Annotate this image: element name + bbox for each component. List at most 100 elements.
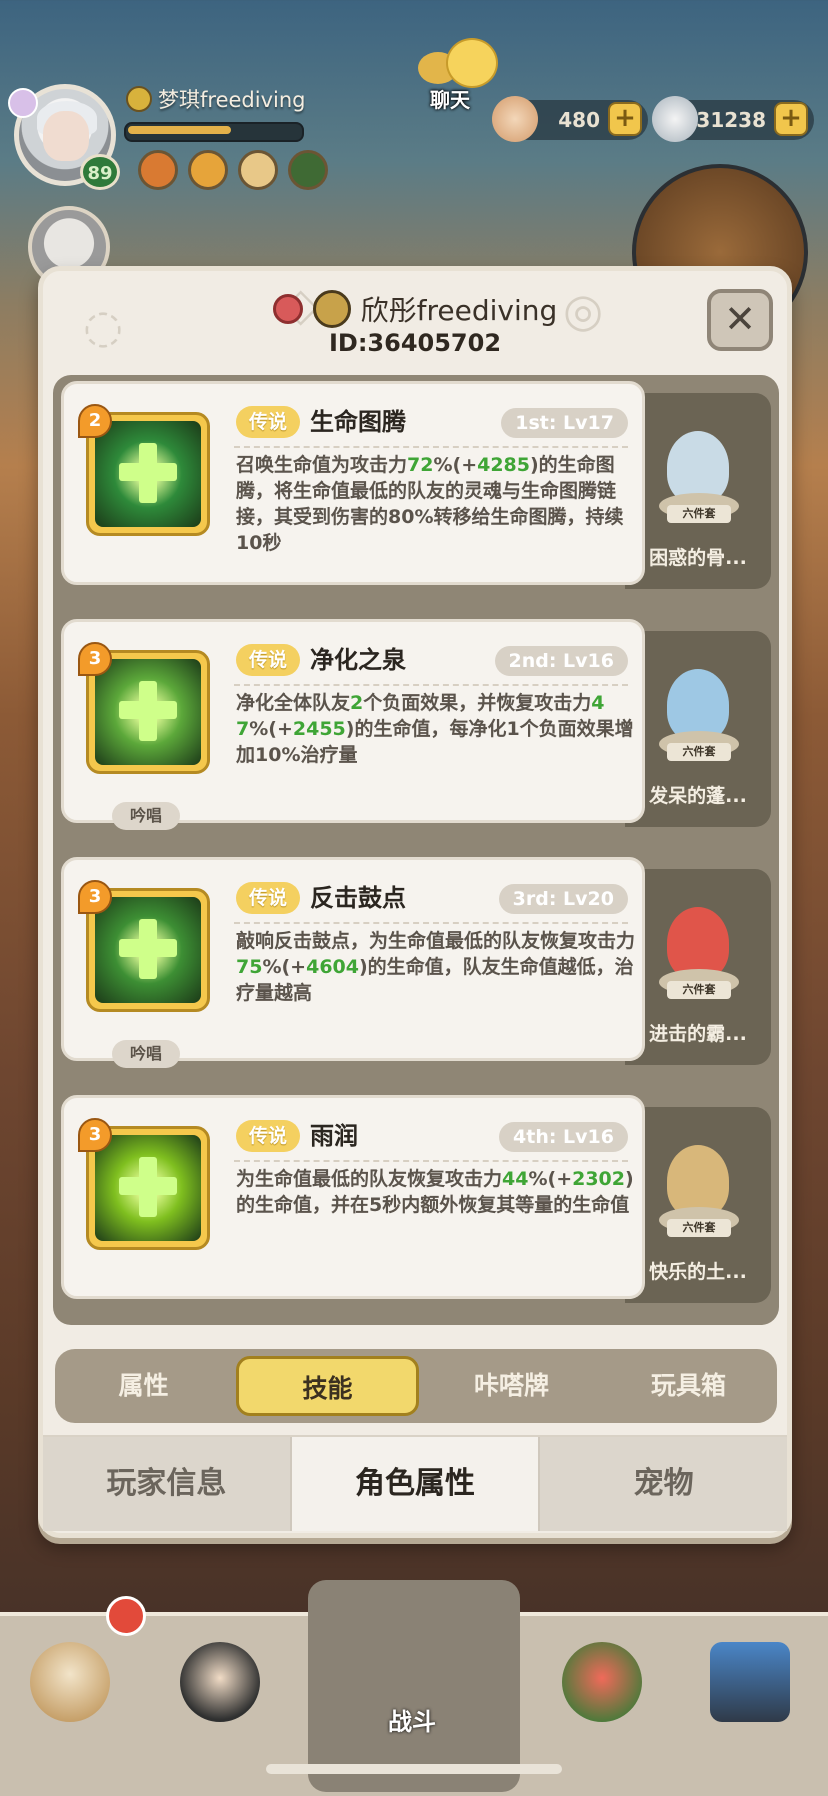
skill-rank-badge: 3 [78, 880, 112, 914]
exp-bar-fill [128, 126, 232, 134]
skill-name: 雨润 [310, 1122, 358, 1150]
nav-character-4[interactable] [700, 1632, 800, 1742]
pet-name: 进击的霸... [649, 1023, 747, 1045]
dialog-title: 欣彤freediving [43, 289, 787, 329]
skill-description: 为生命值最低的队友恢复攻击力44%(+2302)的生命值，并在5秒内额外恢复其等… [236, 1166, 636, 1218]
tab-character-attributes[interactable]: 角色属性 [291, 1437, 541, 1531]
set-tag: 六件套 [667, 505, 731, 523]
add-shell-button[interactable]: + [608, 102, 642, 136]
skill-name: 生命图腾 [310, 408, 406, 436]
battle-button[interactable] [308, 1580, 520, 1792]
skill-description: 净化全体队友2个负面效果，并恢复攻击力47%(+2455)的生命值，每净化1个负… [236, 690, 636, 768]
subtab-cards[interactable]: 咔嗒牌 [423, 1356, 600, 1416]
rarity-tag: 传说 [236, 882, 300, 914]
skill-card[interactable]: 2 传说 生命图腾 1st: Lv17 召唤生命值为攻击力72%(+4285)的… [61, 381, 645, 585]
desc-text: %(+ [433, 454, 478, 476]
skill-description: 敲响反击鼓点，为生命值最低的队友恢复攻击力75%(+4604)的生命值，队友生命… [236, 928, 636, 1006]
sub-tab-bar: 属性 技能 咔嗒牌 玩具箱 [55, 1349, 777, 1423]
skill-card[interactable]: 3 传说 雨润 4th: Lv16 为生命值最低的队友恢复攻击力44%(+230… [61, 1095, 645, 1299]
desc-text: 召唤生命值为攻击力 [236, 454, 408, 476]
character-warrior-icon [180, 1642, 260, 1722]
skill-icon [95, 421, 201, 527]
character-banner-icon [710, 1642, 790, 1722]
pet-slot[interactable]: 六件套 困惑的骨... [625, 393, 771, 589]
desc-text: %(+ [249, 718, 293, 740]
player-name-row: 梦琪freediving [126, 84, 305, 114]
desc-text: %(+ [262, 956, 307, 978]
desc-value: 4604 [306, 956, 359, 978]
skill-icon [95, 659, 201, 765]
smile-emblem-icon [312, 290, 351, 328]
battle-label: 战斗 [388, 1708, 436, 1736]
avatar-face [43, 111, 89, 161]
skill-name: 净化之泉 [310, 646, 406, 674]
divider [234, 1160, 628, 1162]
pet-name: 发呆的蓬... [649, 785, 747, 807]
desc-value: 4285 [477, 454, 530, 476]
tab-pets[interactable]: 宠物 [540, 1437, 788, 1531]
desc-percent: 2 [350, 692, 364, 714]
nav-character-1[interactable] [20, 1632, 120, 1742]
main-tab-bar: 玩家信息 角色属性 宠物 [43, 1435, 788, 1531]
plus-cross-icon [119, 1177, 177, 1195]
skill-icon [95, 1135, 201, 1241]
home-indicator [266, 1764, 562, 1774]
set-tag: 六件套 [667, 1219, 731, 1237]
desc-text: 个负面效果，并恢复攻击力 [363, 692, 592, 714]
buff-compass-icon[interactable] [238, 150, 278, 190]
subtab-attributes[interactable]: 属性 [55, 1356, 232, 1416]
skill-description: 召唤生命值为攻击力72%(+4285)的生命图腾，将生命值最低的队友的灵魂与生命… [236, 452, 636, 556]
chant-badge: 吟唱 [112, 1040, 180, 1068]
divider [234, 684, 628, 686]
desc-percent: 44 [502, 1168, 529, 1190]
shell-icon [492, 96, 538, 142]
pet-slot[interactable]: 六件套 进击的霸... [625, 869, 771, 1065]
nav-character-3[interactable] [552, 1632, 652, 1742]
dialog-player-name: 欣彤freediving [360, 294, 558, 327]
player-id: ID:36405702 [328, 329, 502, 357]
skill-card[interactable]: 3 吟唱 传说 净化之泉 2nd: Lv16 净化全体队友2个负面效果，并恢复攻… [61, 619, 645, 830]
plus-cross-icon [119, 939, 177, 957]
skill-rank-badge: 3 [78, 1118, 112, 1152]
buff-gold-icon[interactable] [188, 150, 228, 190]
rank-emblem-icon [8, 88, 38, 118]
skill-level-badge: 4th: Lv16 [499, 1122, 628, 1152]
desc-value: 2455 [292, 718, 346, 740]
skill-level-badge: 3rd: Lv20 [498, 884, 628, 914]
pet-slot[interactable]: 六件套 发呆的蓬... [625, 631, 771, 827]
buff-orange-icon[interactable] [138, 150, 178, 190]
skill-list[interactable]: 六件套 困惑的骨... 2 传说 生命图腾 1st: Lv17 召唤生命值为攻击… [53, 375, 779, 1325]
tab-player-info[interactable]: 玩家信息 [43, 1437, 292, 1531]
add-pearl-button[interactable]: + [774, 102, 808, 136]
subtab-skills[interactable]: 技能 [236, 1356, 419, 1416]
subtab-toybox[interactable]: 玩具箱 [600, 1356, 777, 1416]
close-button[interactable]: ✕ [707, 289, 773, 351]
notification-bell-icon [106, 1596, 146, 1636]
skill-card[interactable]: 3 吟唱 传说 反击鼓点 3rd: Lv20 敲响反击鼓点，为生命值最低的队友恢… [61, 857, 645, 1068]
desc-text: 为生命值最低的队友恢复攻击力 [236, 1168, 503, 1190]
skill-level-badge: 2nd: Lv16 [494, 646, 628, 676]
plus-cross-icon [119, 463, 177, 481]
divider [234, 446, 628, 448]
rarity-tag: 传说 [236, 1120, 300, 1152]
set-tag: 六件套 [667, 981, 731, 999]
divider [234, 922, 628, 924]
close-icon: ✕ [724, 297, 756, 341]
desc-text: %(+ [528, 1168, 573, 1190]
buff-green-icon[interactable] [288, 150, 328, 190]
player-name: 梦琪freediving [158, 88, 306, 112]
pet-name: 快乐的土... [649, 1261, 747, 1283]
pet-name: 困惑的骨... [649, 547, 747, 569]
desc-percent: 72 [407, 454, 434, 476]
pet-slot[interactable]: 六件套 快乐的土... [625, 1107, 771, 1303]
player-info-dialog: ◌ ◇ ◎ 欣彤freediving ID:36405702 ✕ 六件套 困惑的… [38, 266, 792, 1538]
desc-value: 2302 [572, 1168, 625, 1190]
exp-bar [124, 122, 304, 142]
skill-name: 反击鼓点 [310, 884, 406, 912]
chat-bubble-face-icon [446, 38, 498, 88]
skill-rank-badge: 2 [78, 404, 112, 438]
nav-character-2[interactable] [170, 1632, 270, 1742]
player-level-badge: 89 [80, 154, 120, 190]
pearl-icon [652, 96, 698, 142]
skill-level-badge: 1st: Lv17 [501, 408, 628, 438]
